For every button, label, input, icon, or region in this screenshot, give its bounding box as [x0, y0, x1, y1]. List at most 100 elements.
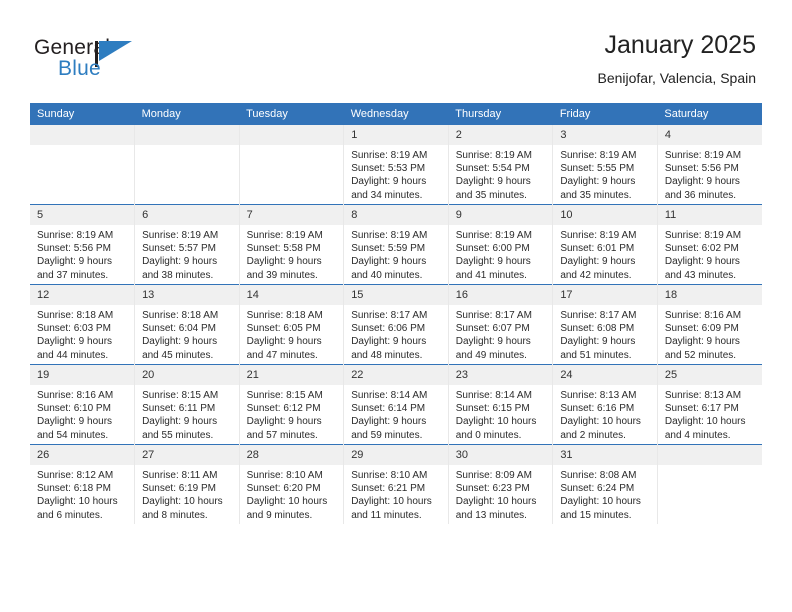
- sunset-text: Sunset: 5:56 PM: [37, 243, 111, 255]
- daylight-minutes-text: and 44 minutes.: [37, 349, 109, 361]
- day-detail-block: Sunrise: 8:10 AM Sunset: 6:21 PM Daylight:…: [344, 465, 448, 522]
- calendar-day-cell[interactable]: 3 Sunrise: 8:19 AM Sunset: 5:55 PM Daylight…: [552, 125, 658, 205]
- sunrise-text: Sunrise: 8:16 AM: [37, 390, 114, 401]
- sunset-text: Sunset: 5:53 PM: [351, 163, 426, 175]
- calendar-day-cell[interactable]: 4 Sunrise: 8:19 AM Sunset: 5:56 PM Daylight…: [656, 125, 762, 205]
- calendar-day-cell[interactable]: 11 Sunrise: 8:19 AM Sunset: 6:02 PM Dayligh…: [656, 204, 762, 285]
- sunset-text: Sunset: 6:12 PM: [246, 403, 321, 415]
- calendar-day-cell[interactable]: 18 Sunrise: 8:16 AM Sunset: 6:09 PM Dayligh…: [656, 284, 762, 365]
- day-number: 7: [239, 205, 344, 225]
- sunset-text: Sunset: 6:24 PM: [560, 483, 635, 495]
- sunrise-text: Sunrise: 8:19 AM: [664, 230, 742, 241]
- sunset-text: Sunset: 6:06 PM: [351, 323, 426, 335]
- sunset-text: Sunset: 6:23 PM: [455, 483, 530, 495]
- day-detail-block: Sunrise: 8:19 AM Sunset: 6:01 PM Daylight:…: [553, 225, 657, 282]
- sunset-text: Sunset: 6:09 PM: [664, 323, 739, 335]
- daylight-minutes-text: and 54 minutes.: [37, 429, 109, 441]
- calendar-day-cell[interactable]: 19 Sunrise: 8:16 AM Sunset: 6:10 PM Dayligh…: [30, 364, 135, 445]
- day-detail-block: [658, 465, 762, 469]
- calendar-day-cell[interactable]: 24 Sunrise: 8:13 AM Sunset: 6:16 PM Dayligh…: [552, 364, 658, 445]
- day-number: 10: [553, 205, 657, 225]
- sunrise-text: Sunrise: 8:12 AM: [37, 470, 114, 481]
- calendar-week-row: 19 Sunrise: 8:16 AM Sunset: 6:10 PM Dayligh…: [30, 364, 762, 445]
- calendar-day-cell[interactable]: 20 Sunrise: 8:15 AM Sunset: 6:11 PM Dayligh…: [134, 364, 240, 445]
- calendar-day-cell[interactable]: 17 Sunrise: 8:17 AM Sunset: 6:08 PM Dayligh…: [552, 284, 658, 365]
- calendar-day-cell[interactable]: 21 Sunrise: 8:15 AM Sunset: 6:12 PM Dayligh…: [238, 364, 344, 445]
- daylight-text: Daylight: 10 hours: [560, 416, 641, 428]
- sunset-text: Sunset: 6:02 PM: [664, 243, 739, 255]
- day-detail-block: Sunrise: 8:19 AM Sunset: 6:02 PM Daylight:…: [658, 225, 762, 282]
- sunrise-text: Sunrise: 8:16 AM: [664, 310, 742, 321]
- daylight-minutes-text: and 9 minutes.: [246, 509, 313, 521]
- calendar-day-cell[interactable]: 5 Sunrise: 8:19 AM Sunset: 5:56 PM Daylight…: [30, 204, 135, 285]
- day-detail-block: Sunrise: 8:10 AM Sunset: 6:20 PM Daylight:…: [240, 465, 344, 522]
- daylight-minutes-text: and 6 minutes.: [37, 509, 103, 521]
- sunrise-text: Sunrise: 8:14 AM: [455, 390, 532, 401]
- daylight-text: Daylight: 9 hours: [351, 416, 427, 428]
- sunrise-text: Sunrise: 8:19 AM: [664, 150, 742, 161]
- day-detail-block: Sunrise: 8:19 AM Sunset: 5:58 PM Daylight:…: [240, 225, 344, 282]
- daylight-minutes-text: and 11 minutes.: [351, 509, 422, 521]
- day-detail-block: Sunrise: 8:19 AM Sunset: 5:56 PM Daylight:…: [30, 225, 134, 282]
- day-number: 2: [448, 125, 553, 145]
- calendar-day-cell[interactable]: 13 Sunrise: 8:18 AM Sunset: 6:04 PM Dayligh…: [134, 284, 240, 365]
- day-detail-block: Sunrise: 8:17 AM Sunset: 6:08 PM Daylight:…: [553, 305, 657, 362]
- sunrise-text: Sunrise: 8:11 AM: [142, 470, 218, 481]
- calendar-day-cell[interactable]: 6 Sunrise: 8:19 AM Sunset: 5:57 PM Daylight…: [134, 204, 240, 285]
- daylight-text: Daylight: 9 hours: [351, 336, 427, 348]
- daylight-text: Daylight: 9 hours: [246, 336, 322, 348]
- daylight-minutes-text: and 40 minutes.: [351, 269, 423, 281]
- day-number: 8: [344, 205, 448, 225]
- calendar-day-cell[interactable]: 14 Sunrise: 8:18 AM Sunset: 6:05 PM Dayligh…: [238, 284, 344, 365]
- day-detail-block: Sunrise: 8:15 AM Sunset: 6:12 PM Daylight:…: [240, 385, 344, 442]
- calendar-week-row: 12 Sunrise: 8:18 AM Sunset: 6:03 PM Dayligh…: [30, 284, 762, 365]
- calendar-day-cell[interactable]: 7 Sunrise: 8:19 AM Sunset: 5:58 PM Daylight…: [238, 204, 344, 285]
- sunrise-text: Sunrise: 8:19 AM: [455, 230, 532, 241]
- calendar-day-cell[interactable]: 26 Sunrise: 8:12 AM Sunset: 6:18 PM Dayligh…: [30, 444, 135, 524]
- calendar-day-cell[interactable]: 29 Sunrise: 8:10 AM Sunset: 6:21 PM Dayligh…: [343, 444, 449, 524]
- weekday-header-wednesday: Wednesday: [343, 103, 449, 125]
- daylight-minutes-text: and 57 minutes.: [246, 429, 318, 441]
- calendar-day-cell-empty: [656, 444, 762, 524]
- sunrise-text: Sunrise: 8:19 AM: [560, 150, 637, 161]
- calendar-day-cell[interactable]: 16 Sunrise: 8:17 AM Sunset: 6:07 PM Dayligh…: [447, 284, 553, 365]
- day-number: 24: [553, 365, 657, 385]
- calendar-day-cell[interactable]: 28 Sunrise: 8:10 AM Sunset: 6:20 PM Dayligh…: [238, 444, 344, 524]
- day-detail-block: Sunrise: 8:16 AM Sunset: 6:09 PM Daylight:…: [658, 305, 762, 362]
- page-title: January 2025: [604, 31, 756, 59]
- calendar-day-cell[interactable]: 27 Sunrise: 8:11 AM Sunset: 6:19 PM Dayligh…: [134, 444, 240, 524]
- day-detail-block: Sunrise: 8:15 AM Sunset: 6:11 PM Daylight:…: [135, 385, 239, 442]
- calendar-day-cell[interactable]: 12 Sunrise: 8:18 AM Sunset: 6:03 PM Dayligh…: [30, 284, 135, 365]
- daylight-text: Daylight: 9 hours: [455, 256, 531, 268]
- daylight-minutes-text: and 55 minutes.: [142, 429, 214, 441]
- sunrise-text: Sunrise: 8:13 AM: [560, 390, 637, 401]
- weekday-header-tuesday: Tuesday: [239, 103, 344, 125]
- day-number: 22: [344, 365, 448, 385]
- day-number: 28: [239, 445, 344, 465]
- daylight-text: Daylight: 9 hours: [664, 176, 740, 188]
- day-number: 11: [657, 205, 762, 225]
- calendar-day-cell[interactable]: 8 Sunrise: 8:19 AM Sunset: 5:59 PM Daylight…: [343, 204, 449, 285]
- calendar-day-cell[interactable]: 15 Sunrise: 8:17 AM Sunset: 6:06 PM Dayligh…: [343, 284, 449, 365]
- daylight-text: Daylight: 9 hours: [560, 336, 636, 348]
- calendar-day-cell[interactable]: 22 Sunrise: 8:14 AM Sunset: 6:14 PM Dayligh…: [343, 364, 449, 445]
- day-number: 30: [448, 445, 553, 465]
- sunrise-text: Sunrise: 8:15 AM: [246, 390, 323, 401]
- daylight-text: Daylight: 9 hours: [246, 256, 322, 268]
- calendar-day-cell[interactable]: 2 Sunrise: 8:19 AM Sunset: 5:54 PM Daylight…: [447, 125, 553, 205]
- calendar-day-cell[interactable]: 1 Sunrise: 8:19 AM Sunset: 5:53 PM Daylight…: [343, 125, 449, 205]
- sunset-text: Sunset: 5:54 PM: [455, 163, 530, 175]
- sunset-text: Sunset: 6:18 PM: [37, 483, 111, 495]
- sunset-text: Sunset: 6:20 PM: [246, 483, 321, 495]
- daylight-minutes-text: and 37 minutes.: [37, 269, 109, 281]
- calendar-day-cell[interactable]: 23 Sunrise: 8:14 AM Sunset: 6:15 PM Dayligh…: [447, 364, 553, 445]
- calendar-day-cell[interactable]: 31 Sunrise: 8:08 AM Sunset: 6:24 PM Dayligh…: [552, 444, 658, 524]
- daylight-text: Daylight: 10 hours: [351, 496, 432, 508]
- sunset-text: Sunset: 6:10 PM: [37, 403, 111, 415]
- calendar-day-cell[interactable]: 30 Sunrise: 8:09 AM Sunset: 6:23 PM Dayligh…: [447, 444, 553, 524]
- calendar-day-cell[interactable]: 25 Sunrise: 8:13 AM Sunset: 6:17 PM Dayligh…: [656, 364, 762, 445]
- calendar-day-cell[interactable]: 10 Sunrise: 8:19 AM Sunset: 6:01 PM Dayligh…: [552, 204, 658, 285]
- sunrise-text: Sunrise: 8:19 AM: [455, 150, 532, 161]
- calendar-day-cell[interactable]: 9 Sunrise: 8:19 AM Sunset: 6:00 PM Daylight…: [447, 204, 553, 285]
- day-detail-block: Sunrise: 8:18 AM Sunset: 6:05 PM Daylight:…: [240, 305, 344, 362]
